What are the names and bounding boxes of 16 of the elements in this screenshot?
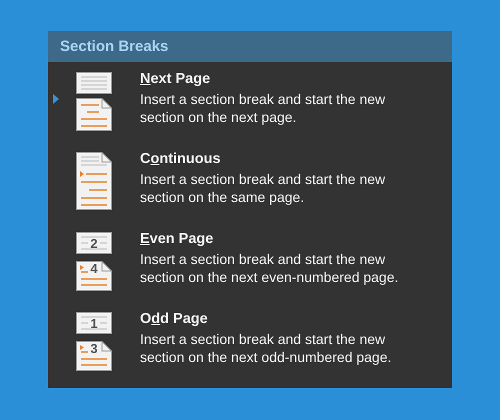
menu-item-title[interactable]: Even Page [140,230,430,248]
menu-item-title[interactable]: Continuous [140,150,430,168]
menu-item[interactable]: Next Page Insert a section break and start the new section on the next page. [48,62,452,142]
menu-item-description: Insert a section break and start the new section on the next even-numbered page. [140,250,400,286]
menu-item-title[interactable]: Next Page [140,70,430,88]
menu-item[interactable]: Continuous Insert a section break and start the new section on the same page. [48,142,452,222]
next-page-icon [75,72,113,132]
menu-title: Section Breaks [48,31,452,62]
menu-item-description: Insert a section break and start the new section on the same page. [140,170,386,206]
menu-item-title[interactable]: Odd Page [140,310,430,328]
selection-marker-icon [53,94,59,104]
menu-item[interactable]: 2 4 Even Page Insert a section break and start the new section on the next even-numbered page. [48,222,452,302]
menu-item-description: Insert a section break and start the new section on the next odd-numbered page. [140,330,392,366]
menu-item[interactable]: 1 3 Odd Page Insert a section break and start the new section on the next odd-numbered page. [48,302,452,382]
continuous-page-icon [75,152,113,210]
menu-item-description: Insert a section break and start the new section on the next page. [140,90,386,126]
